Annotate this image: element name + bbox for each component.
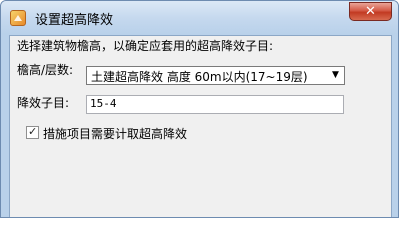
window-frame-right — [392, 35, 398, 217]
height-select-value: 土建超高降效 高度 60m以内(17~19层) — [91, 70, 308, 84]
chevron-down-icon[interactable]: ▼ — [327, 67, 344, 84]
instruction-text: 选择建筑物檐高，以确定应套用的超高降效子目: — [17, 39, 274, 53]
measure-checkbox[interactable]: ✓ — [26, 125, 39, 139]
close-button[interactable]: ✕ — [349, 2, 392, 21]
height-select[interactable]: 土建超高降效 高度 60m以内(17~19层) ▼ — [86, 66, 345, 85]
close-icon: ✕ — [365, 4, 376, 19]
window-title: 设置超高降效 — [35, 13, 114, 28]
measure-checkbox-label[interactable]: 措施项目需要计取超高降效 — [43, 125, 187, 142]
checkmark-icon: ✓ — [28, 125, 38, 138]
app-icon — [10, 10, 26, 26]
title-bar[interactable]: 设置超高降效 ✕ — [1, 1, 398, 34]
subitem-input[interactable]: 15-4 — [86, 95, 344, 114]
subitem-input-value: 15-4 — [90, 97, 117, 110]
height-label: 檐高/层数: — [17, 63, 74, 77]
subitem-label: 降效子目: — [17, 96, 70, 110]
